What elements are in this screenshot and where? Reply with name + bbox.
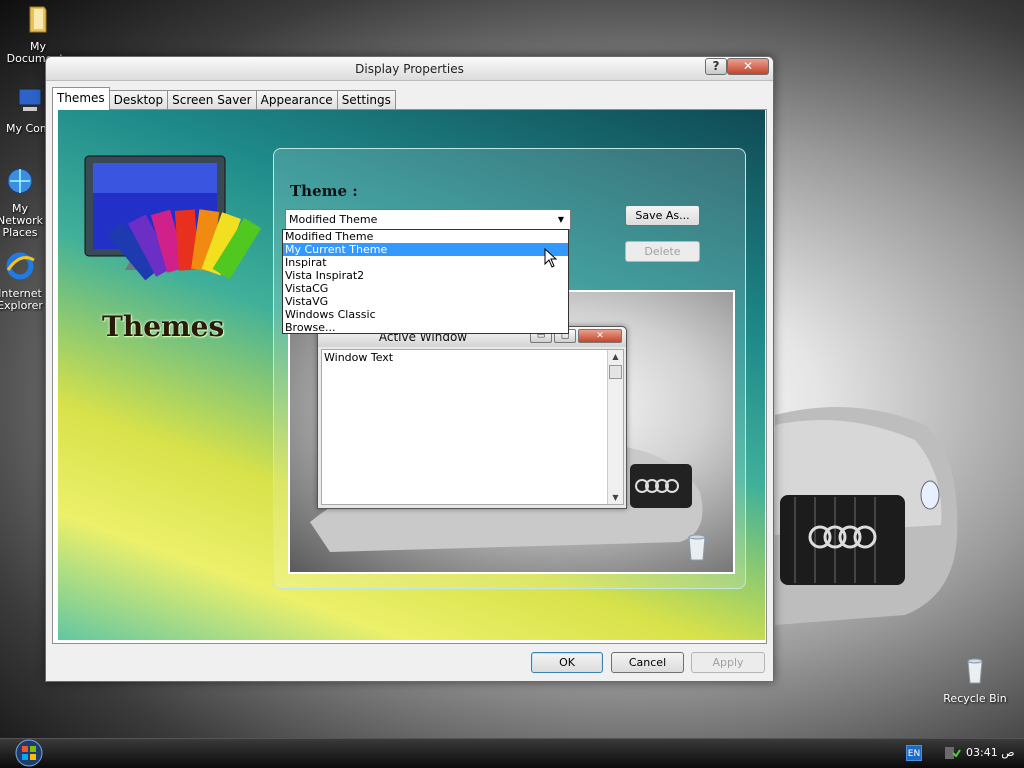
ok-button[interactable]: OK: [531, 652, 603, 673]
dropdown-option[interactable]: Windows Classic: [283, 308, 568, 321]
tab-themes[interactable]: Themes: [52, 87, 110, 110]
start-button-icon[interactable]: [10, 738, 48, 768]
recycle-bin-icon: [688, 534, 706, 561]
security-shield-icon[interactable]: [943, 744, 961, 762]
dropdown-option[interactable]: VistaVG: [283, 295, 568, 308]
network-icon: [7, 168, 33, 194]
desktop-icon-recycle-bin[interactable]: Recycle Bin: [937, 655, 1013, 705]
title-bar[interactable]: Display Properties ? ✕: [46, 57, 773, 81]
theme-combobox[interactable]: Modified Theme ▼: [285, 209, 571, 230]
delete-button[interactable]: Delete: [625, 241, 700, 262]
dropdown-option[interactable]: Inspirat: [283, 256, 568, 269]
dropdown-option[interactable]: Browse...: [283, 321, 568, 334]
recycle-bin-icon: [967, 658, 983, 684]
theme-heading: Theme :: [290, 182, 358, 200]
computer-icon: [18, 88, 42, 111]
dropdown-option[interactable]: Vista Inspirat2: [283, 269, 568, 282]
dropdown-option[interactable]: Modified Theme: [283, 230, 568, 243]
theme-dropdown-list[interactable]: Modified Theme My Current Theme Inspirat…: [282, 229, 569, 334]
theme-combobox-value: Modified Theme: [289, 213, 378, 226]
cancel-button[interactable]: Cancel: [611, 652, 684, 673]
scroll-up-icon: ▲: [612, 352, 619, 361]
tab-settings[interactable]: Settings: [336, 90, 396, 110]
scroll-down-icon: ▼: [612, 493, 619, 502]
dropdown-option[interactable]: VistaCG: [283, 282, 568, 295]
desktop-icon-internet-explorer[interactable]: Internet Explorer: [0, 250, 46, 312]
tab-appearance[interactable]: Appearance: [255, 90, 338, 110]
preview-window-body: Window Text ▲ ▼: [321, 349, 624, 505]
preview-window-text: Window Text: [324, 351, 394, 364]
close-button[interactable]: ✕: [727, 58, 769, 75]
scroll-thumb: [609, 365, 622, 379]
language-indicator[interactable]: EN: [906, 745, 922, 761]
desktop-icon-label: Internet Explorer: [0, 287, 43, 312]
desktop-icon-network[interactable]: My Network Places: [0, 165, 46, 239]
taskbar-clock[interactable]: 03:41 ص: [966, 746, 1015, 759]
themes-brand-label: Themes: [102, 310, 225, 343]
dropdown-option-selected[interactable]: My Current Theme: [283, 243, 568, 256]
tab-strip: Themes Desktop Screen Saver Appearance S…: [52, 86, 396, 110]
save-as-button[interactable]: Save As...: [625, 205, 700, 226]
folder-icon: [29, 6, 47, 33]
wallpaper-car: [775, 407, 958, 625]
window-title: Display Properties: [355, 62, 464, 76]
tab-desktop[interactable]: Desktop: [108, 90, 169, 110]
help-button[interactable]: ?: [705, 58, 727, 75]
internet-explorer-icon: [6, 252, 35, 280]
desktop-icon-label: Recycle Bin: [943, 692, 1007, 705]
close-icon: ✕: [578, 329, 622, 343]
tab-screen-saver[interactable]: Screen Saver: [167, 90, 257, 110]
taskbar: [0, 738, 1024, 768]
preview-active-window: Active Window ▭ ▢ ✕ Window Text ▲ ▼: [317, 326, 627, 509]
themes-monitor-palette-icon: [84, 155, 262, 281]
desktop-icon-label: My Network Places: [0, 202, 43, 239]
mouse-pointer-icon: [544, 248, 558, 268]
chevron-down-icon[interactable]: ▼: [554, 214, 568, 226]
preview-scrollbar: ▲ ▼: [607, 350, 623, 504]
apply-button[interactable]: Apply: [691, 652, 765, 673]
